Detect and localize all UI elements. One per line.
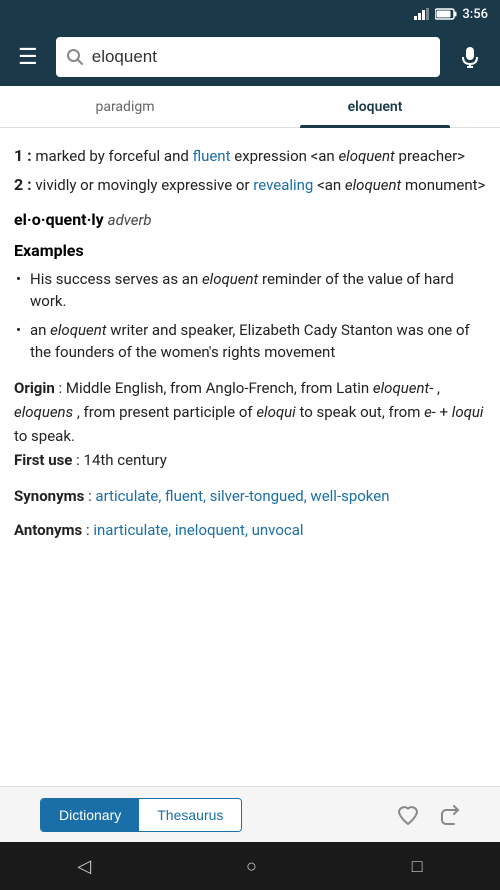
favorite-button[interactable] bbox=[396, 803, 420, 827]
home-button[interactable]: ○ bbox=[226, 848, 277, 885]
origin-text-4: to speak out, from bbox=[299, 403, 424, 421]
def-2-italic: eloquent bbox=[345, 176, 401, 194]
origin-label: Origin bbox=[14, 379, 55, 397]
tab-paradigm[interactable]: paradigm bbox=[0, 86, 250, 128]
origin-italic-5: loqui bbox=[452, 403, 484, 421]
synonyms-links[interactable]: articulate, fluent, silver-tongued, well… bbox=[95, 487, 389, 505]
search-input[interactable] bbox=[92, 47, 430, 67]
bottom-action-icons bbox=[396, 803, 460, 827]
first-use-text: : 14th century bbox=[76, 451, 167, 469]
first-use-label: First use bbox=[14, 451, 72, 469]
example-2: an eloquent writer and speaker, Elizabet… bbox=[14, 319, 486, 364]
origin-text-1: : Middle English, from Anglo-French, fro… bbox=[59, 379, 373, 397]
content-area: 1 : marked by forceful and fluent expres… bbox=[0, 128, 500, 786]
thesaurus-toggle-btn[interactable]: Thesaurus bbox=[139, 799, 241, 831]
origin-text-6: to speak. bbox=[14, 427, 75, 445]
battery-icon bbox=[435, 8, 457, 20]
def-1-text-2: expression <an bbox=[234, 147, 338, 165]
def-1-link-fluent[interactable]: fluent bbox=[193, 147, 231, 165]
def-2-number: 2 : bbox=[14, 175, 32, 194]
top-bar: ☰ bbox=[0, 28, 500, 86]
origin-text-5: + bbox=[440, 403, 452, 421]
example-1: His success serves as an eloquent remind… bbox=[14, 268, 486, 313]
origin-block: Origin : Middle English, from Anglo-Fren… bbox=[14, 376, 486, 472]
synonyms-block: Synonyms : articulate, fluent, silver-to… bbox=[14, 484, 486, 508]
share-icon bbox=[438, 803, 460, 827]
signal-icon bbox=[414, 8, 430, 20]
def-1-italic: eloquent bbox=[338, 147, 394, 165]
def-1-text-1: marked by forceful and bbox=[35, 147, 192, 165]
heart-icon bbox=[396, 803, 420, 827]
examples-section: Examples His success serves as an eloque… bbox=[14, 241, 486, 364]
def-1-text-3: preacher> bbox=[399, 147, 465, 165]
def-2-text-3: monument> bbox=[405, 176, 485, 194]
status-icons: 3:56 bbox=[414, 7, 488, 22]
recent-button[interactable]: □ bbox=[392, 848, 443, 885]
origin-italic-2: eloquens bbox=[14, 403, 73, 421]
adverb-word: el·o·quent·ly bbox=[14, 210, 104, 229]
def-1-number: 1 : bbox=[14, 146, 32, 165]
nav-bar: ◁ ○ □ bbox=[0, 842, 500, 890]
hamburger-button[interactable]: ☰ bbox=[10, 40, 46, 74]
bottom-tabs: Dictionary Thesaurus bbox=[0, 786, 500, 842]
status-time: 3:56 bbox=[462, 7, 488, 22]
mic-button[interactable] bbox=[450, 37, 490, 77]
share-button[interactable] bbox=[438, 803, 460, 827]
dict-thesaurus-toggle: Dictionary Thesaurus bbox=[40, 798, 242, 832]
tabs-bar: paradigm eloquent bbox=[0, 86, 500, 128]
origin-italic-3: eloqui bbox=[256, 403, 295, 421]
dictionary-toggle-btn[interactable]: Dictionary bbox=[41, 799, 139, 831]
def-2-text-2: <an bbox=[317, 176, 345, 194]
antonyms-label: Antonyms bbox=[14, 521, 82, 539]
origin-italic-1: eloquent- bbox=[373, 379, 433, 397]
mic-icon bbox=[461, 46, 479, 68]
definition-1: 1 : marked by forceful and fluent expres… bbox=[14, 144, 486, 198]
back-button[interactable]: ◁ bbox=[57, 848, 111, 885]
origin-text-2: , bbox=[437, 379, 440, 397]
synonyms-label: Synonyms bbox=[14, 487, 84, 505]
def-2-link-revealing[interactable]: revealing bbox=[253, 176, 313, 194]
examples-heading: Examples bbox=[14, 241, 486, 260]
adverb-pos: adverb bbox=[108, 211, 152, 229]
search-icon bbox=[66, 48, 84, 66]
antonyms-links[interactable]: inarticulate, ineloquent, unvocal bbox=[93, 521, 303, 539]
antonyms-block: Antonyms : inarticulate, ineloquent, unv… bbox=[14, 518, 486, 542]
origin-italic-4: e- bbox=[424, 403, 436, 421]
origin-text-3: , from present participle of bbox=[77, 403, 257, 421]
adverb-block: el·o·quent·ly adverb bbox=[14, 210, 486, 229]
examples-list: His success serves as an eloquent remind… bbox=[14, 268, 486, 364]
status-bar: 3:56 bbox=[0, 0, 500, 28]
search-box[interactable] bbox=[56, 37, 440, 77]
def-2-text-1: vividly or movingly expressive or bbox=[35, 176, 253, 194]
tab-eloquent[interactable]: eloquent bbox=[250, 86, 500, 128]
